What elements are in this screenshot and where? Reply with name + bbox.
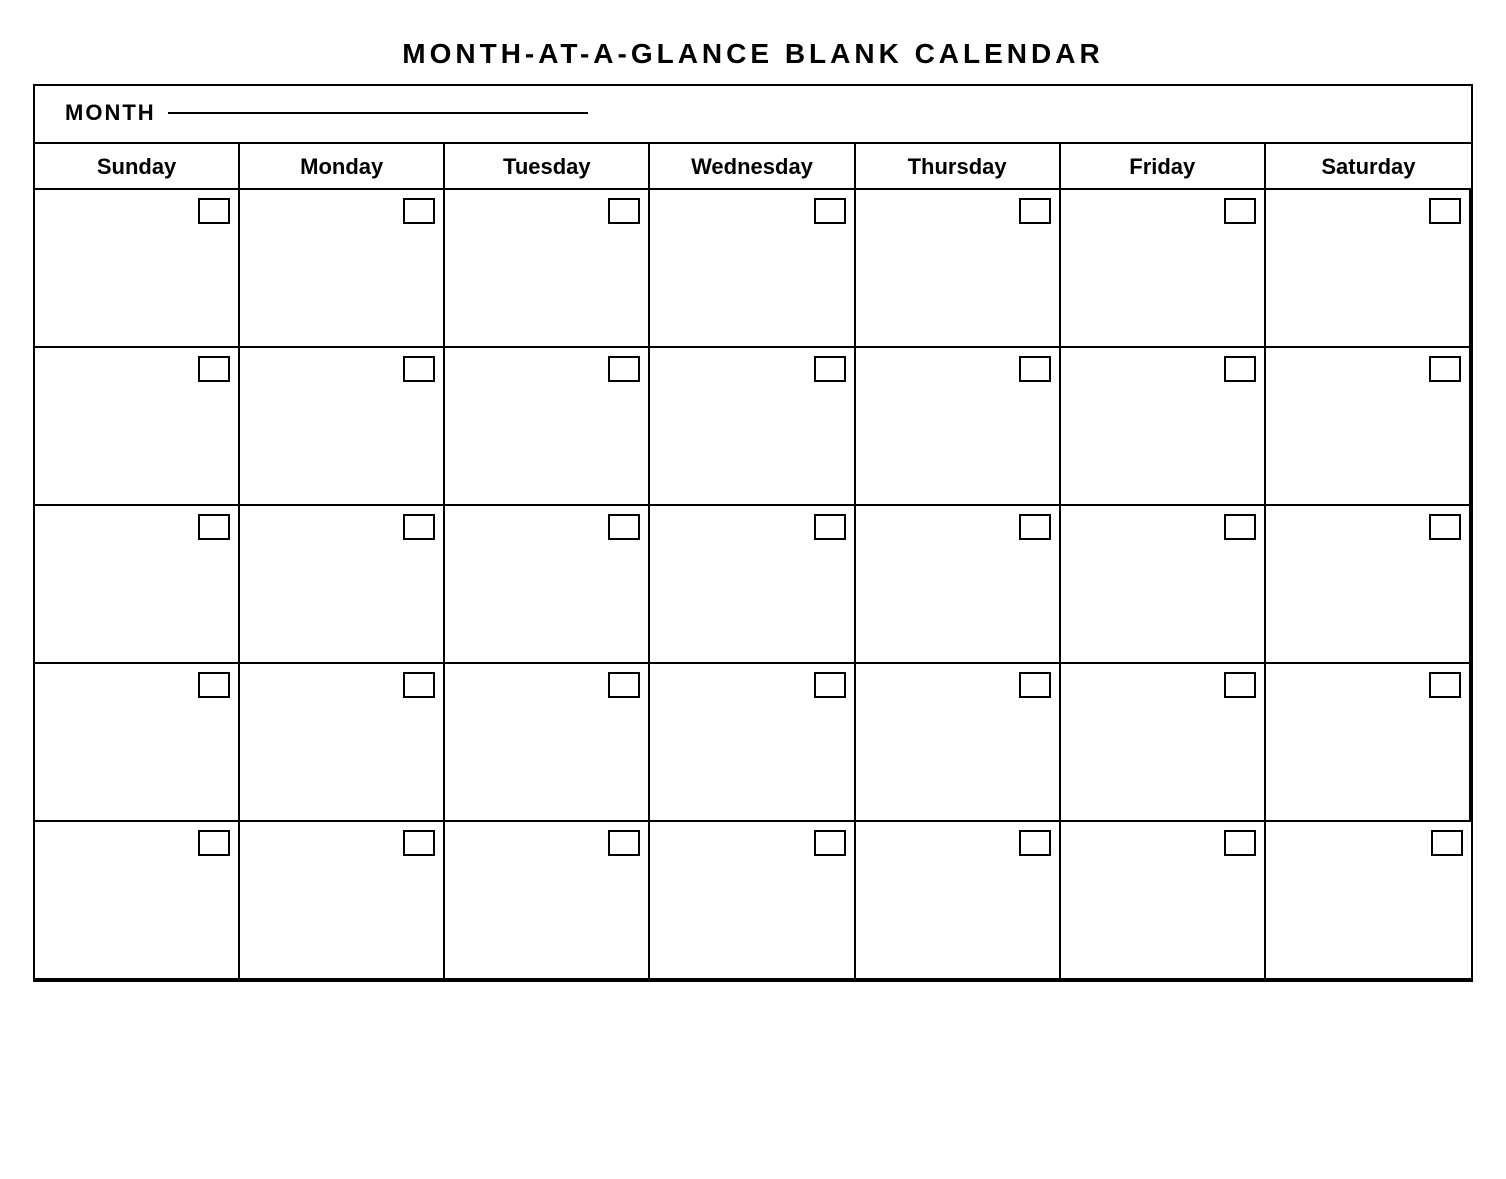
date-number bbox=[403, 356, 435, 382]
week4-sunday bbox=[35, 664, 240, 822]
week3-saturday bbox=[1266, 506, 1471, 664]
week3-sunday bbox=[35, 506, 240, 664]
date-number bbox=[608, 672, 640, 698]
date-number bbox=[198, 198, 230, 224]
week3-monday bbox=[240, 506, 445, 664]
header-thursday: Thursday bbox=[856, 144, 1061, 188]
header-monday: Monday bbox=[240, 144, 445, 188]
calendar: MONTH Sunday Monday Tuesday Wednesday Th… bbox=[33, 84, 1473, 982]
header-sunday: Sunday bbox=[35, 144, 240, 188]
date-number bbox=[198, 356, 230, 382]
week2-wednesday bbox=[650, 348, 855, 506]
week2-saturday bbox=[1266, 348, 1471, 506]
date-number bbox=[1429, 356, 1461, 382]
date-number bbox=[814, 672, 846, 698]
week5-sunday bbox=[35, 822, 240, 980]
week5-friday bbox=[1061, 822, 1266, 980]
page: MONTH-AT-A-GLANCE BLANK CALENDAR MONTH S… bbox=[23, 20, 1483, 982]
date-number bbox=[1019, 356, 1051, 382]
month-row: MONTH bbox=[35, 86, 1471, 144]
date-number bbox=[1429, 672, 1461, 698]
week1-wednesday bbox=[650, 190, 855, 348]
week1-thursday bbox=[856, 190, 1061, 348]
week4-saturday bbox=[1266, 664, 1471, 822]
calendar-grid bbox=[35, 190, 1471, 980]
week4-thursday bbox=[856, 664, 1061, 822]
date-number bbox=[814, 356, 846, 382]
date-number bbox=[1019, 830, 1051, 856]
date-number bbox=[608, 514, 640, 540]
week4-monday bbox=[240, 664, 445, 822]
page-title: MONTH-AT-A-GLANCE BLANK CALENDAR bbox=[23, 20, 1483, 84]
week1-tuesday bbox=[445, 190, 650, 348]
date-number bbox=[198, 514, 230, 540]
week4-wednesday bbox=[650, 664, 855, 822]
week2-monday bbox=[240, 348, 445, 506]
week4-tuesday bbox=[445, 664, 650, 822]
date-number bbox=[1019, 672, 1051, 698]
date-number bbox=[1224, 514, 1256, 540]
header-tuesday: Tuesday bbox=[445, 144, 650, 188]
month-label: MONTH bbox=[65, 100, 156, 126]
week3-friday bbox=[1061, 506, 1266, 664]
week2-friday bbox=[1061, 348, 1266, 506]
week2-tuesday bbox=[445, 348, 650, 506]
week3-tuesday bbox=[445, 506, 650, 664]
date-number bbox=[1019, 198, 1051, 224]
date-number bbox=[198, 830, 230, 856]
week5-monday bbox=[240, 822, 445, 980]
date-number bbox=[1429, 198, 1461, 224]
days-header: Sunday Monday Tuesday Wednesday Thursday… bbox=[35, 144, 1471, 190]
date-number bbox=[814, 198, 846, 224]
date-number bbox=[1224, 830, 1256, 856]
date-number bbox=[403, 514, 435, 540]
date-number bbox=[403, 672, 435, 698]
date-number bbox=[608, 198, 640, 224]
week5-thursday bbox=[856, 822, 1061, 980]
date-number bbox=[1224, 198, 1256, 224]
date-number bbox=[608, 356, 640, 382]
week2-sunday bbox=[35, 348, 240, 506]
week2-thursday bbox=[856, 348, 1061, 506]
date-number bbox=[1019, 514, 1051, 540]
week4-friday bbox=[1061, 664, 1266, 822]
week3-thursday bbox=[856, 506, 1061, 664]
date-number bbox=[814, 514, 846, 540]
header-saturday: Saturday bbox=[1266, 144, 1471, 188]
date-number bbox=[608, 830, 640, 856]
week5-saturday bbox=[1266, 822, 1471, 980]
date-number bbox=[1224, 356, 1256, 382]
week5-tuesday bbox=[445, 822, 650, 980]
date-number bbox=[814, 830, 846, 856]
week1-sunday bbox=[35, 190, 240, 348]
week3-wednesday bbox=[650, 506, 855, 664]
date-number bbox=[403, 830, 435, 856]
week1-friday bbox=[1061, 190, 1266, 348]
month-input-line bbox=[168, 112, 588, 114]
week5-wednesday bbox=[650, 822, 855, 980]
date-number bbox=[1224, 672, 1256, 698]
header-friday: Friday bbox=[1061, 144, 1266, 188]
week1-monday bbox=[240, 190, 445, 348]
date-number bbox=[1429, 514, 1461, 540]
date-number bbox=[198, 672, 230, 698]
week1-saturday bbox=[1266, 190, 1471, 348]
header-wednesday: Wednesday bbox=[650, 144, 855, 188]
date-number bbox=[1431, 830, 1463, 856]
date-number bbox=[403, 198, 435, 224]
